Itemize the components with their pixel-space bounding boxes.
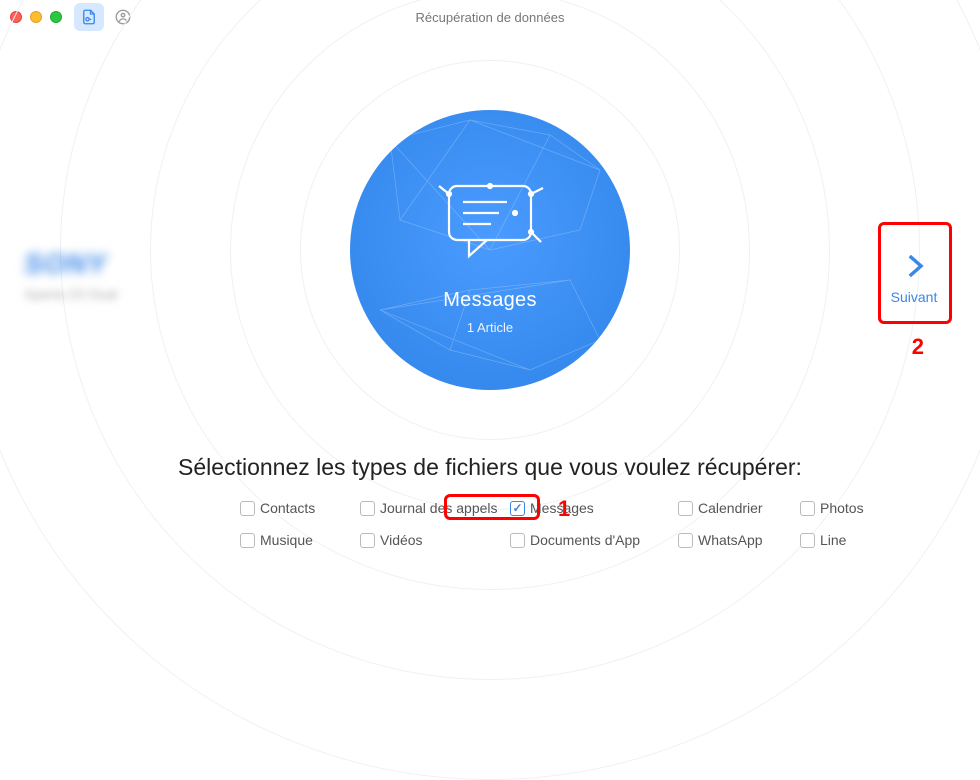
checkbox-icon xyxy=(800,501,815,516)
preview-subtitle: 1 Article xyxy=(467,320,513,335)
option-music[interactable]: Musique xyxy=(240,532,313,548)
toolbar-tabs xyxy=(74,3,138,31)
option-label: WhatsApp xyxy=(698,532,763,548)
checkbox-icon xyxy=(678,533,693,548)
option-call-log[interactable]: Journal des appels xyxy=(360,500,498,516)
selected-type-preview: Messages 1 Article xyxy=(350,110,630,390)
annotation-number-1: 1 xyxy=(558,496,570,522)
window-title: Récupération de données xyxy=(0,0,980,34)
person-circle-icon xyxy=(114,8,132,26)
secondary-tab[interactable] xyxy=(108,3,138,31)
minimize-icon[interactable] xyxy=(30,11,42,23)
option-videos[interactable]: Vidéos xyxy=(360,532,423,548)
file-icon xyxy=(80,8,98,26)
option-whatsapp[interactable]: WhatsApp xyxy=(678,532,763,548)
fullscreen-icon[interactable] xyxy=(50,11,62,23)
chevron-right-icon xyxy=(897,249,931,283)
checkbox-icon xyxy=(240,533,255,548)
next-label: Suivant xyxy=(891,289,938,305)
annotation-number-2: 2 xyxy=(912,334,924,360)
option-label: Documents d'App xyxy=(530,532,640,548)
option-messages[interactable]: Messages xyxy=(510,500,594,516)
option-label: Photos xyxy=(820,500,864,516)
option-calendar[interactable]: Calendrier xyxy=(678,500,763,516)
checkbox-icon xyxy=(360,533,375,548)
option-line[interactable]: Line xyxy=(800,532,846,548)
options-row-1: Contacts Journal des appels Messages Cal… xyxy=(60,500,920,520)
next-button[interactable]: Suivant xyxy=(882,230,946,324)
checkbox-icon xyxy=(360,501,375,516)
file-type-options: Contacts Journal des appels Messages Cal… xyxy=(0,500,980,552)
checkbox-icon xyxy=(240,501,255,516)
instruction-text: Sélectionnez les types de fichiers que v… xyxy=(0,454,980,481)
close-icon[interactable] xyxy=(10,11,22,23)
mesh-decoration-icon xyxy=(350,110,630,390)
device-brand: SONY xyxy=(24,248,107,280)
checkbox-icon xyxy=(800,533,815,548)
option-app-documents[interactable]: Documents d'App xyxy=(510,532,640,548)
option-label: Calendrier xyxy=(698,500,763,516)
checkbox-icon xyxy=(510,533,525,548)
options-row-2: Musique Vidéos Documents d'App WhatsApp … xyxy=(60,532,920,552)
checkbox-icon xyxy=(678,501,693,516)
option-label: Contacts xyxy=(260,500,315,516)
option-label: Vidéos xyxy=(380,532,423,548)
data-recovery-tab[interactable] xyxy=(74,3,104,31)
checkbox-checked-icon xyxy=(510,501,525,516)
traffic-lights xyxy=(10,11,62,23)
option-label: Musique xyxy=(260,532,313,548)
option-contacts[interactable]: Contacts xyxy=(240,500,315,516)
titlebar: Récupération de données xyxy=(0,0,980,34)
option-label: Journal des appels xyxy=(380,500,498,516)
device-model: Xperia Z3 Dual xyxy=(24,286,117,302)
option-label: Line xyxy=(820,532,846,548)
option-photos[interactable]: Photos xyxy=(800,500,864,516)
